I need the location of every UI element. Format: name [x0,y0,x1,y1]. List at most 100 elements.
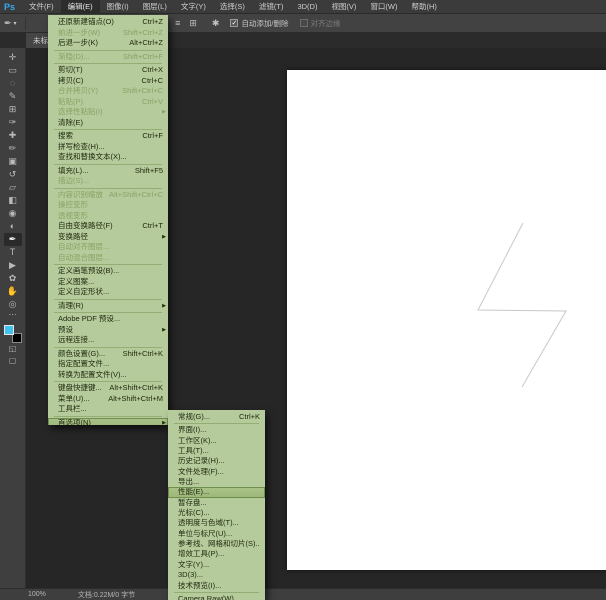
status-bar: 100% 文档:0.22M/0 字节 ▸ [0,588,606,600]
menu-item-label: 粘贴(P) [58,97,138,108]
menu-item-shortcut: Ctrl+Z [142,17,163,28]
clone-stamp-tool-icon[interactable]: ▣ [4,155,22,168]
menubar-item[interactable]: 图层(L) [136,0,174,14]
photoshop-window: Ps 文件(F)编辑(E)图像(I)图层(L)文字(Y)选择(S)滤镜(T)3D… [0,0,606,600]
edit-menu-item[interactable]: 查找和替换文本(X)... [48,152,168,163]
prefs-menu-item[interactable]: 文字(Y)... [168,560,265,570]
gradient-tool-icon[interactable]: ◧ [4,194,22,207]
zoom-level-field[interactable]: 100% [28,591,46,598]
hand-tool-icon[interactable]: ✋ [4,285,22,298]
prefs-menu-item[interactable]: 工作区(K)... [168,436,265,446]
prefs-menu-item[interactable]: 工具(T)... [168,446,265,456]
crop-tool-icon[interactable]: ⊞ [4,103,22,116]
brush-tool-icon[interactable]: ✏ [4,142,22,155]
menu-separator [174,592,259,593]
edit-menu-item[interactable]: 剪切(T)Ctrl+X [48,65,168,76]
edit-menu-item[interactable]: 转换为配置文件(V)... [48,370,168,381]
menubar-item[interactable]: 图像(I) [100,0,136,14]
document-canvas[interactable] [287,70,606,570]
pen-tool-icon[interactable]: ✒ [4,233,22,246]
prefs-menu-item[interactable]: 导出... [168,477,265,487]
prefs-menu-item[interactable]: 3D(3)... [168,570,265,580]
preferences-submenu: 常规(G)...Ctrl+K 界面(I)...工作区(K)...工具(T)...历… [168,410,265,600]
prefs-menu-item[interactable]: 文件处理(F)... [168,467,265,477]
marquee-tool-icon[interactable]: ▭ [4,64,22,77]
dodge-tool-icon[interactable]: ◐ [4,220,22,233]
spot-healing-brush-tool-icon[interactable]: ✚ [4,129,22,142]
edit-menu-item[interactable]: 定义图案... [48,277,168,288]
menubar-item[interactable]: 编辑(E) [61,0,100,14]
prefs-menu-item[interactable]: 暂存盘... [168,498,265,508]
menubar-item[interactable]: 选择(S) [213,0,252,14]
edit-menu-item[interactable]: 颜色设置(G)...Shift+Ctrl+K [48,349,168,360]
checkbox-checked-icon[interactable]: ✓ [230,19,238,27]
type-tool-icon[interactable]: T [4,246,22,259]
path-arrangement-icon[interactable]: ⊞ [189,18,197,29]
menubar-item[interactable]: 视图(V) [324,0,363,14]
custom-shape-tool-icon[interactable]: ✿ [4,272,22,285]
edit-menu-item[interactable]: 拼写检查(H)... [48,142,168,153]
path-selection-tool-icon[interactable]: ▶ [4,259,22,272]
prefs-menu-item[interactable]: 光标(C)... [168,508,265,518]
prefs-menu-item[interactable]: 单位与标尺(U)... [168,529,265,539]
menu-bar: Ps 文件(F)编辑(E)图像(I)图层(L)文字(Y)选择(S)滤镜(T)3D… [0,0,606,14]
prefs-menu-item[interactable]: 技术预览(I)... [168,581,265,591]
edit-menu-item[interactable]: 自由变换路径(F)Ctrl+T [48,221,168,232]
prefs-menu-item[interactable]: 界面(I)... [168,425,265,435]
auto-add-delete-label: 自动添加/删除 [241,18,288,29]
menubar-item[interactable]: 3D(D) [290,0,324,14]
edit-menu-item[interactable]: 清理(R)▶ [48,301,168,312]
prefs-menu-item[interactable]: Camera Raw(W)... [168,594,265,600]
foreground-color-swatch[interactable] [4,325,14,335]
edit-menu-item[interactable]: 远程连接... [48,335,168,346]
edit-menu-item[interactable]: 预设▶ [48,325,168,336]
gear-icon[interactable]: ✱ [212,18,220,29]
quick-selection-tool-icon[interactable]: ✎ [4,90,22,103]
edit-menu-item[interactable]: 指定配置文件... [48,359,168,370]
eraser-tool-icon[interactable]: ▱ [4,181,22,194]
prefs-menu-item[interactable]: 参考线、网格和切片(S)... [168,539,265,549]
menubar-item[interactable]: 窗口(W) [363,0,404,14]
menu-item-label: 清除(E) [58,118,163,129]
menu-item-shortcut: Shift+Ctrl+Z [123,28,163,39]
edit-menu-item[interactable]: 工具栏... [48,404,168,415]
path-alignment-icon[interactable]: ≡ [175,18,180,28]
edit-menu-item[interactable]: 后退一步(K)Alt+Ctrl+Z [48,38,168,49]
prefs-menu-item[interactable]: 性能(E)... [168,487,265,497]
lasso-tool-icon[interactable]: ◌ [4,77,22,90]
move-tool-icon[interactable]: ✛ [4,51,22,64]
menu-item-label: 透视变形 [58,211,163,222]
edit-menu-item[interactable]: 定义自定形状... [48,287,168,298]
quick-mask-icon[interactable]: ◱ [9,343,17,355]
auto-add-delete-option[interactable]: ✓ 自动添加/删除 [230,18,288,29]
prefs-menu-item[interactable]: 增效工具(P)... [168,549,265,559]
menu-separator [54,299,162,300]
prefs-menu-item[interactable]: 历史记录(H)... [168,456,265,466]
edit-menu-item[interactable]: 拷贝(C)Ctrl+C [48,76,168,87]
edit-menu-item[interactable]: 填充(L)...Shift+F5 [48,166,168,177]
menubar-item[interactable]: 文件(F) [22,0,61,14]
edit-menu-item[interactable]: 定义画笔预设(B)... [48,266,168,277]
edit-menu-item[interactable]: 键盘快捷键...Alt+Shift+Ctrl+K [48,383,168,394]
prefs-menu-item[interactable]: 透明度与色域(T)... [168,518,265,528]
menu-item-label: 预设 [58,325,163,336]
edit-menu-item[interactable]: Adobe PDF 预设... [48,314,168,325]
edit-menu-item[interactable]: 变换路径▶ [48,232,168,243]
edit-menu-item[interactable]: 首选项(N)▶ [48,418,168,426]
blur-tool-icon[interactable]: ◉ [4,207,22,220]
menubar-item[interactable]: 滤镜(T) [252,0,291,14]
tools-panel: ✛▭◌✎⊞✑✚✏▣↺▱◧◉◐✒T▶✿✋◎ ⋯ ◱ ▢ [0,48,26,588]
edit-menu-item[interactable]: 清除(E) [48,118,168,129]
screen-mode-icon[interactable]: ▢ [9,355,17,367]
menubar-item[interactable]: 文字(Y) [174,0,213,14]
tool-preset-picker[interactable]: ✒ ▾ [0,18,21,29]
prefs-menu-item[interactable]: 常规(G)...Ctrl+K [168,412,265,422]
edit-menu-item[interactable]: 搜索Ctrl+F [48,131,168,142]
edit-menu-item[interactable]: 菜单(U)...Alt+Shift+Ctrl+M [48,394,168,405]
edit-menu-item[interactable]: 还原新建锚点(O)Ctrl+Z [48,17,168,28]
menubar-item[interactable]: 帮助(H) [405,0,444,14]
history-brush-tool-icon[interactable]: ↺ [4,168,22,181]
eyedropper-tool-icon[interactable]: ✑ [4,116,22,129]
edit-toolbar-icon[interactable]: ⋯ [9,311,17,321]
menu-item-label: 单位与标尺(U)... [178,529,260,539]
